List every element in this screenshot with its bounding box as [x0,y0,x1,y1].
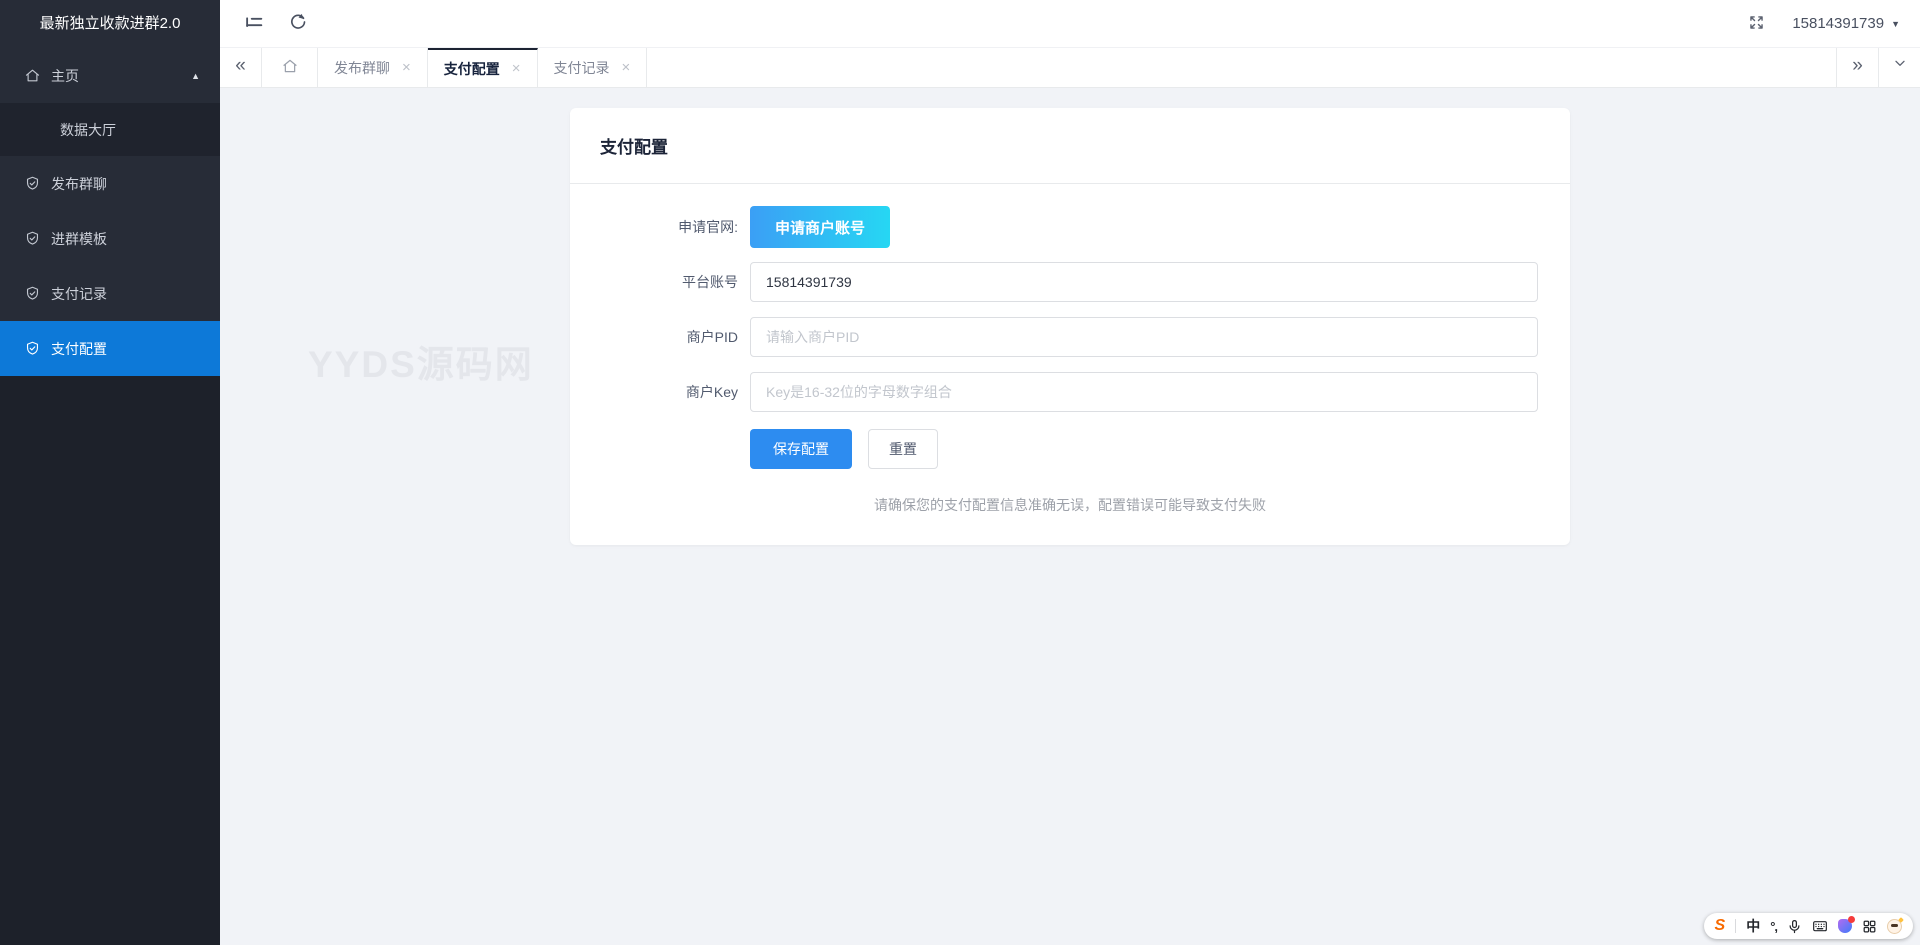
close-icon[interactable]: × [512,61,521,76]
ime-punctuation-toggle[interactable]: °, [1770,920,1778,933]
menu-fold-icon [243,11,265,36]
card-title: 支付配置 [600,138,668,157]
form-row-website: 申请官网: 申请商户账号 [570,206,1570,248]
scroll-tags-left-button[interactable]: « [220,48,262,87]
scroll-tags-right-button[interactable]: » [1836,48,1878,87]
ime-toolbar: S 中 °, [1703,913,1913,939]
merchant-key-input[interactable] [750,372,1538,412]
tab-label: 发布群聊 [334,59,390,76]
app-root: 最新独立收款进群2.0 主页 ▲ 数据大厅 发布群聊 进群模板 支付记录 支付配… [0,0,1920,945]
sidebar-item-label: 数据大厅 [60,121,116,138]
field-label-pid: 商户PID [686,329,738,345]
fullscreen-icon [1747,13,1766,35]
tab-label: 支付配置 [443,60,500,77]
sidebar-item-home[interactable]: 主页 ▲ [0,48,220,103]
onscreen-keyboard-icon[interactable] [1812,918,1828,934]
sidebar-menu: 主页 ▲ 数据大厅 发布群聊 进群模板 支付记录 支付配置 [0,48,220,376]
tags-nav-right: » [1836,48,1920,87]
shield-check-icon [24,230,41,247]
card-header: 支付配置 [570,108,1570,184]
field-label-account: 平台账号 [682,274,738,290]
sidebar-item-template[interactable]: 进群模板 [0,211,220,266]
refresh-icon [288,12,308,35]
platform-account-input[interactable] [750,262,1538,302]
fullscreen-button[interactable] [1747,13,1766,35]
ime-toolbox-icon[interactable] [1862,919,1877,934]
sidebar-item-pay-config[interactable]: 支付配置 [0,321,220,376]
sider-trigger-button[interactable] [232,0,276,48]
sidebar-item-label: 支付记录 [51,285,107,302]
sidebar-item-pay-records[interactable]: 支付记录 [0,266,220,321]
sidebar-item-data-hall[interactable]: 数据大厅 [0,103,220,156]
close-icon[interactable]: × [402,60,411,75]
tab-home-button[interactable] [262,48,318,87]
account-dropdown[interactable]: 15814391739 ▼ [1792,15,1900,32]
caret-up-icon: ▲ [191,70,200,81]
ime-language-toggle[interactable]: 中 [1746,919,1760,933]
form-actions: 保存配置 重置 [570,429,1570,469]
topbar-right: 15814391739 ▼ [1747,13,1920,35]
main-content: YYDS源码网 支付配置 申请官网: 申请商户账号 平台账号 商户PID [220,88,1920,945]
watermark: YYDS源码网 [308,344,534,385]
form-row-account: 平台账号 [570,262,1570,302]
sidebar-item-label: 发布群聊 [51,175,107,192]
double-chevron-left-icon: « [235,55,246,76]
home-icon [24,67,41,84]
caret-down-icon: ▼ [1891,18,1900,29]
divider [1735,919,1737,933]
account-number: 15814391739 [1792,15,1885,32]
sidebar: 最新独立收款进群2.0 主页 ▲ 数据大厅 发布群聊 进群模板 支付记录 支付配… [0,0,220,945]
double-chevron-right-icon: » [1852,55,1863,76]
tab-label: 支付记录 [553,59,610,76]
shield-check-icon [24,285,41,302]
ime-emoji-icon[interactable] [1887,918,1902,934]
tab-pay-records[interactable]: 支付记录 × [537,48,648,87]
form-row-key: 商户Key [570,372,1570,412]
tab-publish[interactable]: 发布群聊 × [318,48,428,87]
card-body: 申请官网: 申请商户账号 平台账号 商户PID 商户Key [570,184,1570,515]
pay-config-card: 支付配置 申请官网: 申请商户账号 平台账号 商户PID 商户Key [570,108,1570,545]
config-warning-note: 请确保您的支付配置信息准确无误，配置错误可能导致支付失败 [874,497,1266,513]
chevron-down-icon [1892,55,1908,77]
field-label-key: 商户Key [685,384,738,400]
close-icon[interactable]: × [622,60,631,75]
save-config-button[interactable]: 保存配置 [750,429,852,469]
refresh-button[interactable] [276,0,320,48]
sidebar-item-label: 主页 [51,67,79,84]
tags-menu-button[interactable] [1878,48,1920,87]
home-icon [281,57,299,78]
merchant-pid-input[interactable] [750,317,1538,357]
apply-merchant-account-button[interactable]: 申请商户账号 [750,206,891,248]
tags-nav: « 发布群聊 × 支付配置 × 支付记录 × » [220,48,1920,88]
shield-check-icon [24,175,41,192]
app-title: 最新独立收款进群2.0 [0,0,220,48]
form-row-pid: 商户PID [570,317,1570,357]
sogou-logo-icon[interactable]: S [1715,918,1726,934]
microphone-icon[interactable] [1787,919,1802,934]
tab-pay-config[interactable]: 支付配置 × [427,48,538,87]
reset-button[interactable]: 重置 [868,429,938,469]
ime-assistant-icon[interactable] [1838,916,1855,933]
sidebar-item-label: 支付配置 [51,340,107,357]
shield-check-icon [24,340,41,357]
sidebar-item-label: 进群模板 [51,230,107,247]
field-label-website: 申请官网: [678,219,738,235]
topbar: 15814391739 ▼ [220,0,1920,48]
sidebar-item-publish[interactable]: 发布群聊 [0,156,220,211]
